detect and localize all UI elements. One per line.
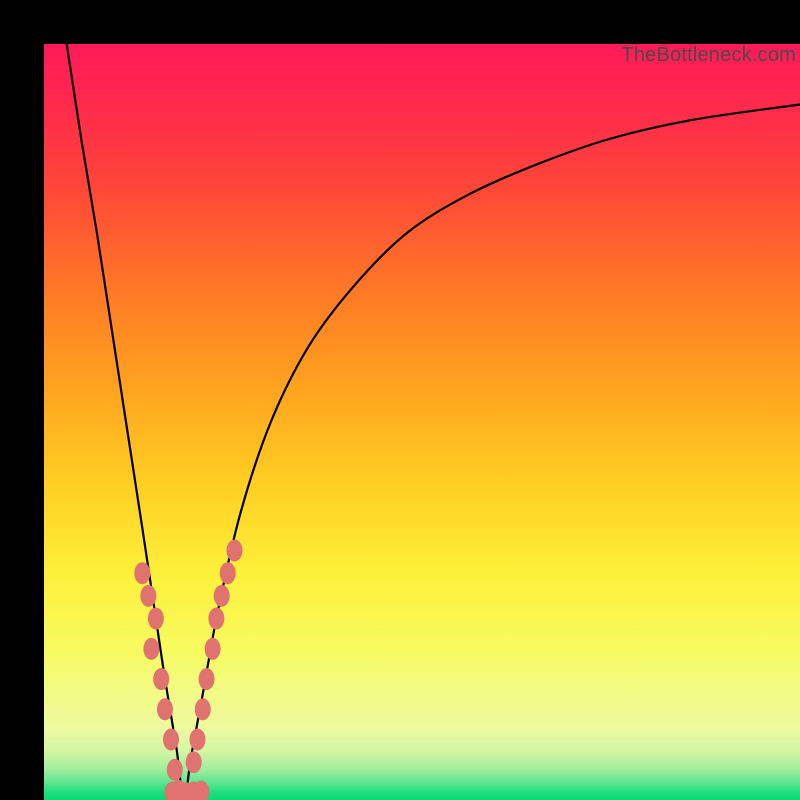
marker-point	[199, 668, 215, 690]
marker-cluster-bottom	[165, 781, 210, 800]
marker-point	[186, 751, 202, 773]
chart-frame: TheBottleneck.com	[0, 0, 800, 800]
marker-point	[148, 608, 164, 630]
marker-point	[189, 729, 205, 751]
marker-point	[134, 562, 150, 584]
marker-point	[220, 562, 236, 584]
watermark-text: TheBottleneck.com	[621, 44, 796, 67]
marker-point	[195, 698, 211, 720]
marker-point	[140, 585, 156, 607]
marker-point	[167, 759, 183, 781]
marker-point	[227, 540, 243, 562]
marker-point	[214, 585, 230, 607]
marker-cluster-left	[134, 562, 186, 800]
plot-area: TheBottleneck.com	[44, 44, 800, 800]
marker-point	[205, 638, 221, 660]
marker-point	[157, 698, 173, 720]
marker-point	[143, 638, 159, 660]
marker-point	[208, 608, 224, 630]
marker-cluster-right	[186, 540, 243, 774]
marker-point	[163, 729, 179, 751]
bottleneck-curve	[67, 44, 800, 800]
curve-layer	[44, 44, 800, 800]
marker-point	[153, 668, 169, 690]
